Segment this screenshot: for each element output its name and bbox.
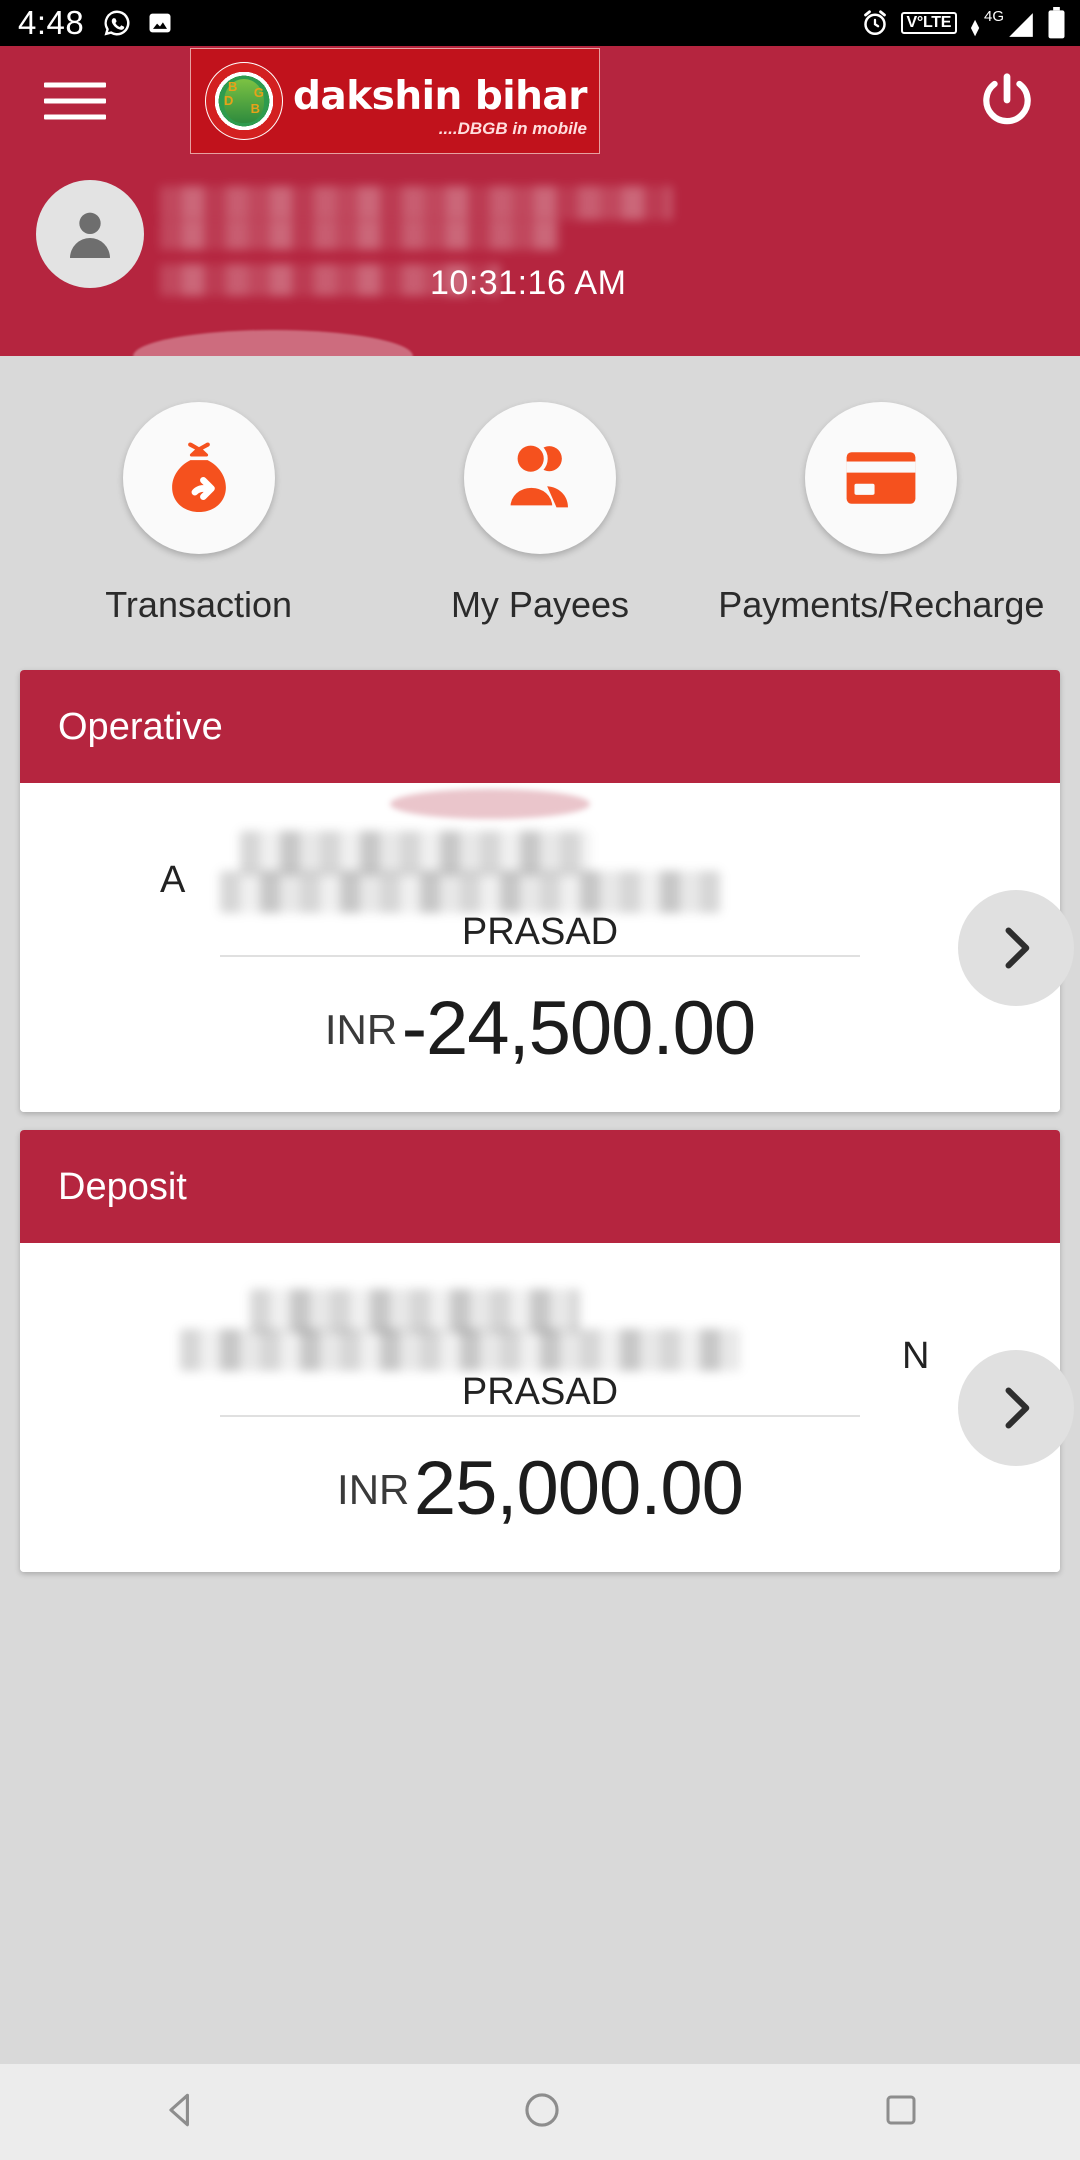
quick-action-label: My Payees <box>451 584 629 626</box>
recents-square-icon[interactable] <box>881 2090 921 2135</box>
last-login-time: 10:31:16 AM <box>430 264 626 303</box>
masked-account-name-line2 <box>220 871 720 913</box>
account-card-deposit[interactable]: Deposit N PRASAD INR 25,000.00 <box>20 1130 1060 1572</box>
status-bar: 4:48 V°LTE ▲▼ 4G <box>0 0 1080 46</box>
alarm-icon <box>860 8 890 38</box>
masked-user-name-line2 <box>160 220 560 250</box>
emblem-letter-b1: B <box>228 80 237 93</box>
emblem-letter-d: D <box>224 94 233 107</box>
chevron-right-icon[interactable] <box>958 890 1074 1006</box>
profile-strip: 10:31:16 AM <box>0 156 1080 356</box>
people-payees-icon <box>464 402 616 554</box>
account-name-suffix: PRASAD <box>50 911 1030 954</box>
account-holder-name: A PRASAD <box>50 819 1030 949</box>
masked-user-name-line1 <box>160 186 672 220</box>
masked-account-name-line1 <box>250 1289 580 1333</box>
status-time: 4:48 <box>18 4 84 42</box>
quick-action-label: Transaction <box>105 584 292 626</box>
signal-4g-icon: ▲▼ 4G <box>968 9 1036 38</box>
quick-actions-row: Transaction My Payees Payments/Recharge <box>0 356 1080 652</box>
quick-action-label: Payments/Recharge <box>718 584 1044 626</box>
user-avatar-icon <box>36 180 144 288</box>
account-balance: INR 25,000.00 <box>50 1445 1030 1532</box>
whatsapp-icon <box>102 8 132 38</box>
bank-logo-banner: B G D B dakshin bihar gramin bank ....DB… <box>190 48 600 154</box>
home-circle-icon[interactable] <box>521 2089 563 2136</box>
currency-label: INR <box>325 1006 397 1053</box>
power-logout-icon[interactable] <box>976 70 1038 132</box>
account-balance: INR -24,500.00 <box>50 985 1030 1072</box>
bank-emblem-icon: B G D B <box>205 62 283 140</box>
currency-label: INR <box>337 1466 409 1513</box>
card-divider <box>220 1415 860 1417</box>
account-card-operative[interactable]: Operative A PRASAD INR -24,500.00 <box>20 670 1060 1112</box>
gallery-icon <box>146 9 174 37</box>
credit-card-icon <box>805 402 957 554</box>
account-card-body: A PRASAD INR -24,500.00 <box>20 783 1060 1112</box>
account-name-suffix: PRASAD <box>50 1371 1030 1414</box>
bank-name: dakshin bihar gramin bank <box>293 77 600 116</box>
account-holder-name: N PRASAD <box>50 1279 1030 1409</box>
account-type-header: Deposit <box>20 1130 1060 1243</box>
emblem-letters: B G D B <box>222 78 266 124</box>
data-arrows-icon: ▲▼ <box>968 20 982 35</box>
card-divider <box>220 955 860 957</box>
redaction-smear <box>133 330 413 356</box>
system-nav-bar <box>0 2064 1080 2160</box>
bank-tagline: ....DBGB in mobile <box>439 119 587 139</box>
chevron-right-icon[interactable] <box>958 1350 1074 1466</box>
quick-action-transaction[interactable]: Transaction <box>49 402 349 626</box>
volte-icon: V°LTE <box>901 12 958 34</box>
quick-action-my-payees[interactable]: My Payees <box>390 402 690 626</box>
redaction-smear <box>390 789 590 819</box>
status-left-icons <box>102 8 174 38</box>
masked-account-name-line1 <box>240 831 590 875</box>
bank-logo-text: dakshin bihar gramin bank ....DBGB in mo… <box>293 55 589 147</box>
masked-account-name-line2 <box>180 1329 740 1371</box>
account-type-header: Operative <box>20 670 1060 783</box>
quick-action-payments-recharge[interactable]: Payments/Recharge <box>731 402 1031 626</box>
app-header: B G D B dakshin bihar gramin bank ....DB… <box>0 46 1080 156</box>
balance-amount: 25,000.00 <box>414 1446 743 1531</box>
battery-icon <box>1047 7 1066 39</box>
emblem-letter-g: G <box>254 86 264 99</box>
emblem-letter-b2: B <box>251 102 260 115</box>
status-right-icons: V°LTE ▲▼ 4G <box>860 0 1066 46</box>
back-triangle-icon[interactable] <box>159 2088 203 2137</box>
hamburger-menu-icon[interactable] <box>44 72 106 131</box>
money-bag-transfer-icon <box>123 402 275 554</box>
account-name-prefix: A <box>160 859 186 902</box>
balance-amount: -24,500.00 <box>402 986 755 1071</box>
account-card-body: N PRASAD INR 25,000.00 <box>20 1243 1060 1572</box>
